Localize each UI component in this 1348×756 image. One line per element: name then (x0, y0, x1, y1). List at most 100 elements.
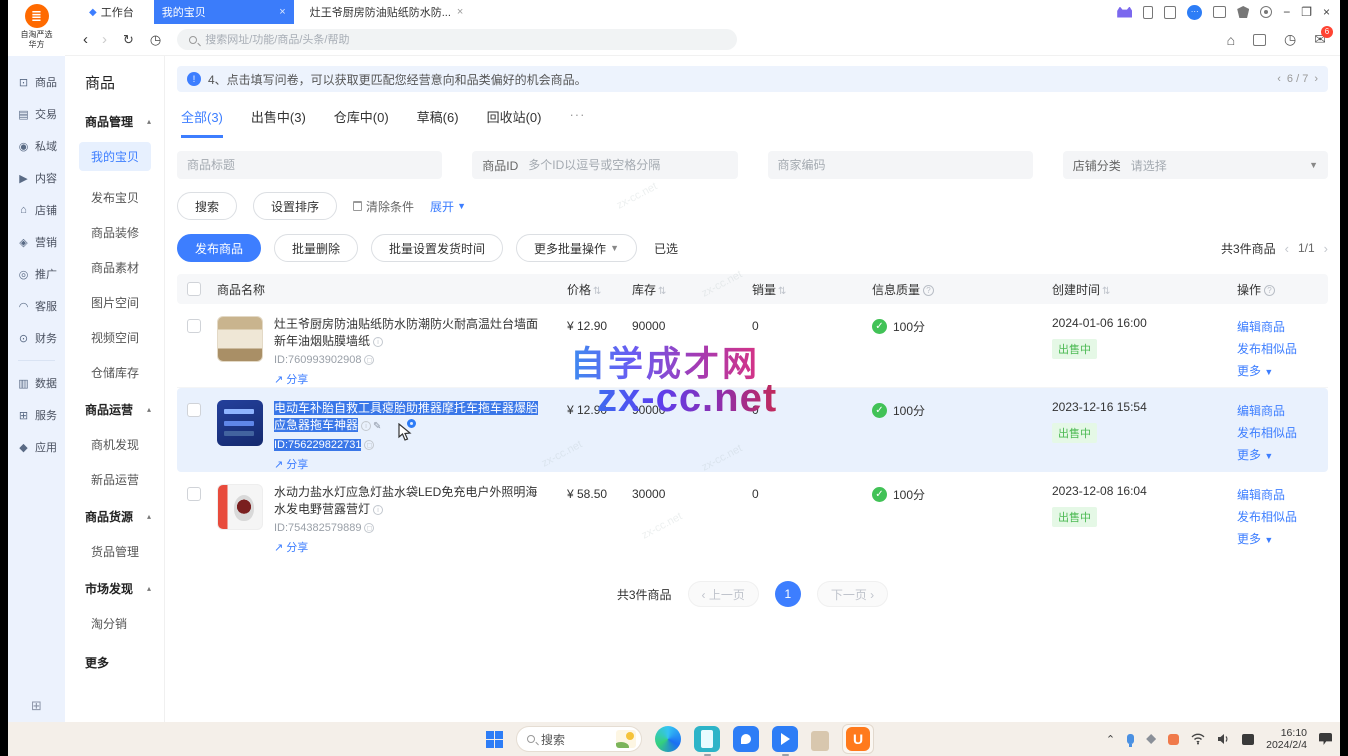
product-id-input[interactable] (528, 158, 727, 172)
row-checkbox[interactable] (187, 319, 201, 333)
more-link[interactable]: 更多 ▼ (1237, 444, 1328, 467)
edit-product-link[interactable]: 编辑商品 (1237, 400, 1328, 422)
prev-page-button[interactable]: ‹ 上一页 (688, 581, 759, 607)
product-title-input[interactable] (187, 158, 432, 172)
minimize-button[interactable]: − (1283, 5, 1290, 19)
sidebar-item-warehouse[interactable]: 仓储库存 (91, 364, 164, 381)
rail-item-goods[interactable]: ⊡商品 (8, 66, 65, 98)
copy-icon[interactable]: ◻ (364, 440, 374, 450)
recent-icon[interactable]: ◷ (1284, 31, 1296, 48)
sort-icon[interactable]: ⇅ (593, 286, 601, 297)
batch-ship-time-button[interactable]: 批量设置发货时间 (371, 234, 503, 262)
sidebar-item-new-product[interactable]: 新品运营 (91, 471, 164, 488)
rail-item-finance[interactable]: ⊙财务 (8, 322, 65, 354)
blue-app-icon[interactable] (733, 726, 759, 752)
share-link[interactable]: ↗分享 (274, 371, 542, 387)
notification-mail-icon[interactable]: ✉ 6 (1314, 31, 1326, 49)
history-clock-icon[interactable]: ◷ (150, 32, 161, 48)
tray-app-icon[interactable] (1146, 734, 1156, 744)
start-button[interactable] (486, 731, 503, 748)
tab-draft[interactable]: 草稿(6) (417, 107, 459, 138)
publish-product-button[interactable]: 发布商品 (177, 234, 261, 262)
close-tab-icon[interactable]: × (457, 6, 463, 18)
rail-item-shop[interactable]: ⌂店铺 (8, 194, 65, 226)
product-title[interactable]: 水动力盐水灯应急灯盐水袋LED免充电户外照明海水发电野营露营灯i (274, 484, 542, 518)
wifi-icon[interactable] (1191, 733, 1205, 745)
clear-conditions-link[interactable]: 清除条件 (353, 198, 414, 215)
rail-item-data[interactable]: ▥数据 (8, 367, 65, 399)
sort-icon[interactable]: ⇅ (1102, 286, 1110, 297)
page-next-icon[interactable]: › (1324, 241, 1328, 256)
home-icon[interactable]: ⌂ (1227, 32, 1235, 48)
sidebar-item-publish[interactable]: 发布宝贝 (91, 189, 164, 206)
share-link[interactable]: ↗分享 (274, 456, 542, 472)
sidebar-item-my-items[interactable]: 我的宝贝 (79, 142, 151, 171)
product-image[interactable] (217, 316, 263, 362)
taskbar-search[interactable]: 搜索 (516, 726, 642, 752)
col-created[interactable]: 创建时间⇅ (1052, 281, 1237, 298)
microphone-icon[interactable] (1127, 734, 1134, 744)
sidebar-item-opportunity[interactable]: 商机发现 (91, 436, 164, 453)
publish-similar-link[interactable]: 发布相似品 (1237, 506, 1328, 528)
sidebar-item-supply-mgmt[interactable]: 货品管理 (91, 543, 164, 560)
notice-prev-icon[interactable]: ‹ (1277, 73, 1281, 85)
info-icon[interactable]: i (373, 505, 383, 515)
set-sort-button[interactable]: 设置排序 (253, 192, 337, 220)
weather-icon[interactable] (616, 730, 636, 748)
merchant-code-input[interactable] (778, 158, 1023, 172)
collection-icon[interactable] (1253, 34, 1266, 46)
rail-item-content[interactable]: ▶内容 (8, 162, 65, 194)
row-checkbox[interactable] (187, 403, 201, 417)
edge-browser-icon[interactable] (655, 726, 681, 752)
rail-item-services[interactable]: ⊞服务 (8, 399, 65, 431)
product-title-filter[interactable] (177, 151, 442, 179)
tab-more-dots[interactable]: ··· (569, 107, 585, 138)
edit-product-link[interactable]: 编辑商品 (1237, 484, 1328, 506)
sidebar-item-material[interactable]: 商品素材 (91, 259, 164, 276)
qianniu-cat-icon[interactable] (1117, 7, 1132, 18)
sidebar-section-goods-supply[interactable]: 商品货源▴ (85, 508, 164, 525)
notification-center-icon[interactable] (1319, 733, 1332, 745)
edit-product-link[interactable]: 编辑商品 (1237, 316, 1328, 338)
tab-product-page[interactable]: 灶王爷厨房防油贴纸防水防... × (310, 4, 464, 20)
col-price[interactable]: 价格⇅ (567, 281, 632, 298)
phone-icon[interactable] (1143, 6, 1153, 19)
notes-icon[interactable] (1213, 6, 1226, 18)
col-sales[interactable]: 销量⇅ (752, 281, 872, 298)
copy-icon[interactable]: ◻ (364, 523, 374, 533)
video-app-icon[interactable] (772, 726, 798, 752)
current-page-button[interactable]: 1 (775, 581, 801, 607)
tab-my-items[interactable]: 我的宝贝 × (154, 0, 294, 24)
refresh-icon[interactable]: ↻ (123, 32, 134, 48)
rail-item-private[interactable]: ◉私域 (8, 130, 65, 162)
publish-similar-link[interactable]: 发布相似品 (1237, 338, 1328, 360)
product-title[interactable]: 灶王爷厨房防油贴纸防水防潮防火耐高温灶台墙面新年油烟贴膜墙纸i (274, 316, 542, 350)
publish-similar-link[interactable]: 发布相似品 (1237, 422, 1328, 444)
batch-delete-button[interactable]: 批量删除 (274, 234, 358, 262)
sidebar-item-image-space[interactable]: 图片空间 (91, 294, 164, 311)
restore-button[interactable]: ❐ (1301, 5, 1312, 19)
merchant-code-filter[interactable] (768, 151, 1033, 179)
edit-pencil-icon[interactable]: ✎ (373, 421, 381, 432)
product-image[interactable] (217, 400, 263, 446)
sidebar-more[interactable]: 更多 (85, 654, 164, 671)
phone-link-app-icon[interactable] (694, 726, 720, 752)
rail-item-marketing[interactable]: ◈营销 (8, 226, 65, 258)
col-stock[interactable]: 库存⇅ (632, 281, 752, 298)
volume-icon[interactable] (1217, 733, 1230, 745)
sidebar-section-goods-mgmt[interactable]: 商品管理▴ (85, 113, 164, 130)
tab-in-stock[interactable]: 仓库中(0) (334, 107, 389, 138)
tab-all[interactable]: 全部(3) (181, 107, 223, 138)
tray-expand-icon[interactable]: ⌃ (1106, 733, 1115, 746)
next-page-button[interactable]: 下一页 › (817, 581, 888, 607)
tab-on-sale[interactable]: 出售中(3) (251, 107, 306, 138)
page-prev-icon[interactable]: ‹ (1285, 241, 1289, 256)
device-icon[interactable] (1164, 6, 1176, 19)
sidebar-section-market[interactable]: 市场发现▴ (85, 580, 164, 597)
help-icon[interactable]: ? (923, 285, 934, 296)
messages-icon[interactable]: ··· (1187, 5, 1202, 20)
share-link[interactable]: ↗分享 (274, 539, 542, 555)
copy-icon[interactable]: ◻ (364, 355, 374, 365)
back-button[interactable]: ‹ (83, 31, 88, 48)
sidebar-item-decorate[interactable]: 商品装修 (91, 224, 164, 241)
